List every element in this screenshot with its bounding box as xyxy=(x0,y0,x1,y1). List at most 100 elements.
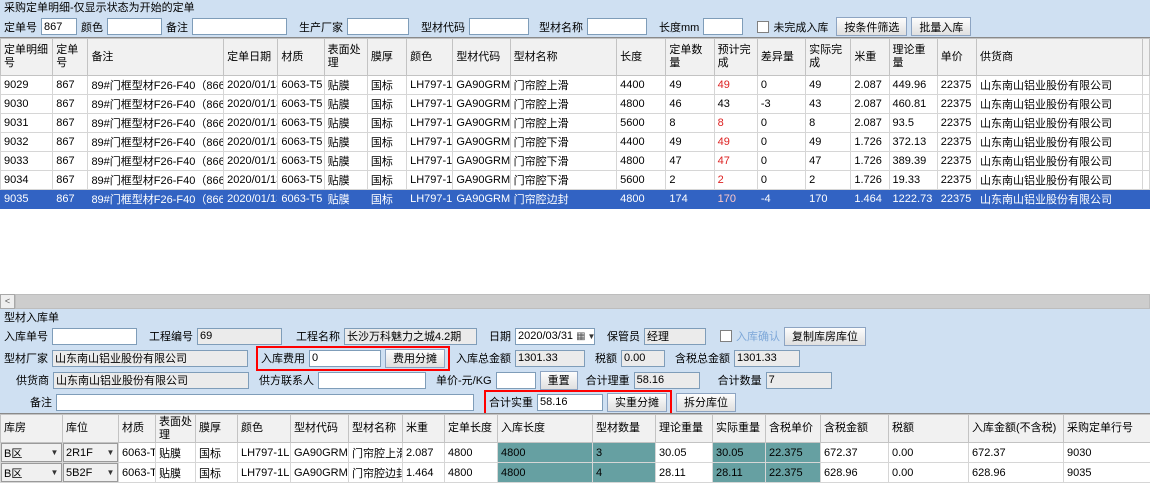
table-cell[interactable]: LH797-1LL0 xyxy=(407,152,453,171)
table-cell[interactable]: 1.726 xyxy=(851,152,889,171)
table-cell[interactable]: 9035 xyxy=(1064,463,1150,483)
table-cell[interactable]: LH797-1LL0 xyxy=(407,190,453,209)
table-cell[interactable]: 672.37 xyxy=(969,443,1064,463)
column-header[interactable]: 差异量 xyxy=(757,39,805,76)
table-cell[interactable]: 山东南山铝业股份有限公司 xyxy=(977,171,1143,190)
table-cell[interactable]: LH797-1LL0 xyxy=(238,443,291,463)
column-header[interactable]: 长度 xyxy=(617,39,666,76)
reset-button[interactable]: 重置 xyxy=(540,371,578,390)
table-cell[interactable]: 460.81 xyxy=(889,95,937,114)
table-cell[interactable]: 49 xyxy=(666,133,714,152)
table-row[interactable]: 903486789#门框型材F26-F40（866+867）2020/01/13… xyxy=(1,171,1150,190)
column-header[interactable]: 入库金额(不含税) xyxy=(969,415,1064,443)
table-cell[interactable]: 89#门框型材F26-F40（866+867） xyxy=(88,190,224,209)
table-cell[interactable]: 4 xyxy=(593,463,656,483)
table-cell[interactable]: GA90GRM03 xyxy=(453,114,510,133)
column-header[interactable]: 材质 xyxy=(278,39,324,76)
table-cell[interactable]: 5600 xyxy=(617,171,666,190)
table-cell[interactable]: GA90GRM05 xyxy=(291,463,349,483)
table-cell[interactable]: 30.05 xyxy=(713,443,766,463)
table-cell[interactable]: 49 xyxy=(666,76,714,95)
table-cell[interactable]: 2.087 xyxy=(851,95,889,114)
table-cell[interactable]: 3 xyxy=(593,443,656,463)
inbound-no-input[interactable] xyxy=(52,328,137,345)
order-no-input[interactable] xyxy=(41,18,77,35)
column-header[interactable]: 含税金额 xyxy=(821,415,889,443)
table-cell[interactable]: 2020/01/13 xyxy=(224,95,278,114)
table-cell[interactable]: 国标 xyxy=(367,190,406,209)
column-header[interactable]: 理论重量 xyxy=(889,39,937,76)
actual-weight-share-button[interactable]: 实重分摊 xyxy=(607,393,667,412)
table-cell[interactable]: -4 xyxy=(757,190,805,209)
table-cell[interactable]: 22375 xyxy=(937,152,976,171)
table-cell[interactable]: 4800 xyxy=(617,190,666,209)
table-cell[interactable]: LH797-1LL0 xyxy=(407,95,453,114)
table-cell[interactable]: 门帘腔边封 xyxy=(510,190,617,209)
table-cell[interactable]: 门帘腔上滑 xyxy=(510,76,617,95)
unfinished-inbound-checkbox[interactable] xyxy=(757,21,769,33)
table-cell[interactable]: 6063-T5 xyxy=(278,133,324,152)
column-header[interactable]: 颜色 xyxy=(238,415,291,443)
table-cell[interactable] xyxy=(1142,76,1149,95)
table-cell[interactable]: 372.13 xyxy=(889,133,937,152)
table-cell[interactable]: 22375 xyxy=(937,114,976,133)
table-cell[interactable]: 867 xyxy=(53,95,88,114)
table-cell[interactable]: 国标 xyxy=(367,152,406,171)
copy-warehouse-location-button[interactable]: 复制库房库位 xyxy=(784,327,866,346)
table-cell[interactable]: 6063-T5 xyxy=(278,171,324,190)
table-row[interactable]: 903086789#门框型材F26-F40（866+867）2020/01/13… xyxy=(1,95,1150,114)
table-cell[interactable]: 贴膜 xyxy=(324,95,367,114)
table-cell[interactable]: 170 xyxy=(806,190,851,209)
table-cell[interactable]: 22375 xyxy=(937,171,976,190)
calendar-dropdown-icon[interactable]: ▼ xyxy=(587,332,599,341)
table-cell[interactable]: 867 xyxy=(53,171,88,190)
table-cell[interactable]: 22375 xyxy=(937,76,976,95)
column-header[interactable]: 供货商 xyxy=(977,39,1143,76)
table-cell[interactable]: 5B2F▼ xyxy=(63,463,119,483)
table-cell[interactable]: 8 xyxy=(806,114,851,133)
table-cell[interactable]: 山东南山铝业股份有限公司 xyxy=(977,190,1143,209)
table-cell[interactable]: 89#门框型材F26-F40（866+867） xyxy=(88,76,224,95)
column-header[interactable]: 材质 xyxy=(119,415,156,443)
table-cell[interactable]: 47 xyxy=(806,152,851,171)
table-cell[interactable]: GA90GRM03 xyxy=(291,443,349,463)
total-theory-weight-input[interactable] xyxy=(634,372,700,389)
table-cell[interactable]: 449.96 xyxy=(889,76,937,95)
table-cell[interactable]: 0.00 xyxy=(889,443,969,463)
table-cell[interactable]: 国标 xyxy=(367,171,406,190)
manufacturer-filter-input[interactable] xyxy=(347,18,409,35)
column-header[interactable]: 米重 xyxy=(403,415,445,443)
table-cell[interactable]: 2 xyxy=(666,171,714,190)
table-cell[interactable]: 山东南山铝业股份有限公司 xyxy=(977,95,1143,114)
column-header[interactable]: 定单数量 xyxy=(666,39,714,76)
table-cell[interactable]: GA90GRM04 xyxy=(453,152,510,171)
table-cell[interactable]: 22.375 xyxy=(766,463,821,483)
column-header[interactable]: 理论重量 xyxy=(656,415,713,443)
table-cell[interactable]: 2020/01/13 xyxy=(224,114,278,133)
table-cell[interactable]: 国标 xyxy=(367,133,406,152)
supplier-input[interactable] xyxy=(53,372,249,389)
column-header[interactable]: 米重 xyxy=(851,39,889,76)
remark-filter-input[interactable] xyxy=(192,18,287,35)
table-cell[interactable]: 9030 xyxy=(1,95,53,114)
table-cell[interactable]: 9034 xyxy=(1,171,53,190)
table-cell[interactable]: 贴膜 xyxy=(324,133,367,152)
column-header[interactable]: 定单号 xyxy=(53,39,88,76)
table-cell[interactable] xyxy=(1142,114,1149,133)
column-header[interactable]: 库房 xyxy=(1,415,63,443)
inbound-fee-input[interactable] xyxy=(309,350,381,367)
table-cell[interactable] xyxy=(1142,171,1149,190)
table-cell[interactable]: LH797-1LL0 xyxy=(407,76,453,95)
column-header[interactable]: 库位 xyxy=(63,415,119,443)
dropdown-arrow-icon[interactable]: ▼ xyxy=(104,468,117,477)
table-cell[interactable]: 6063-T5 xyxy=(119,443,156,463)
column-header[interactable]: 采购定单行号 xyxy=(1064,415,1150,443)
table-cell[interactable]: 19.33 xyxy=(889,171,937,190)
table-cell[interactable]: 43 xyxy=(714,95,757,114)
total-with-tax-input[interactable] xyxy=(734,350,800,367)
table-cell[interactable]: 9035 xyxy=(1,190,53,209)
table-cell[interactable]: 2.087 xyxy=(851,76,889,95)
table-cell[interactable]: 国标 xyxy=(367,76,406,95)
table-cell[interactable]: 2020/01/13 xyxy=(224,171,278,190)
table-cell[interactable]: 89#门框型材F26-F40（866+867） xyxy=(88,152,224,171)
